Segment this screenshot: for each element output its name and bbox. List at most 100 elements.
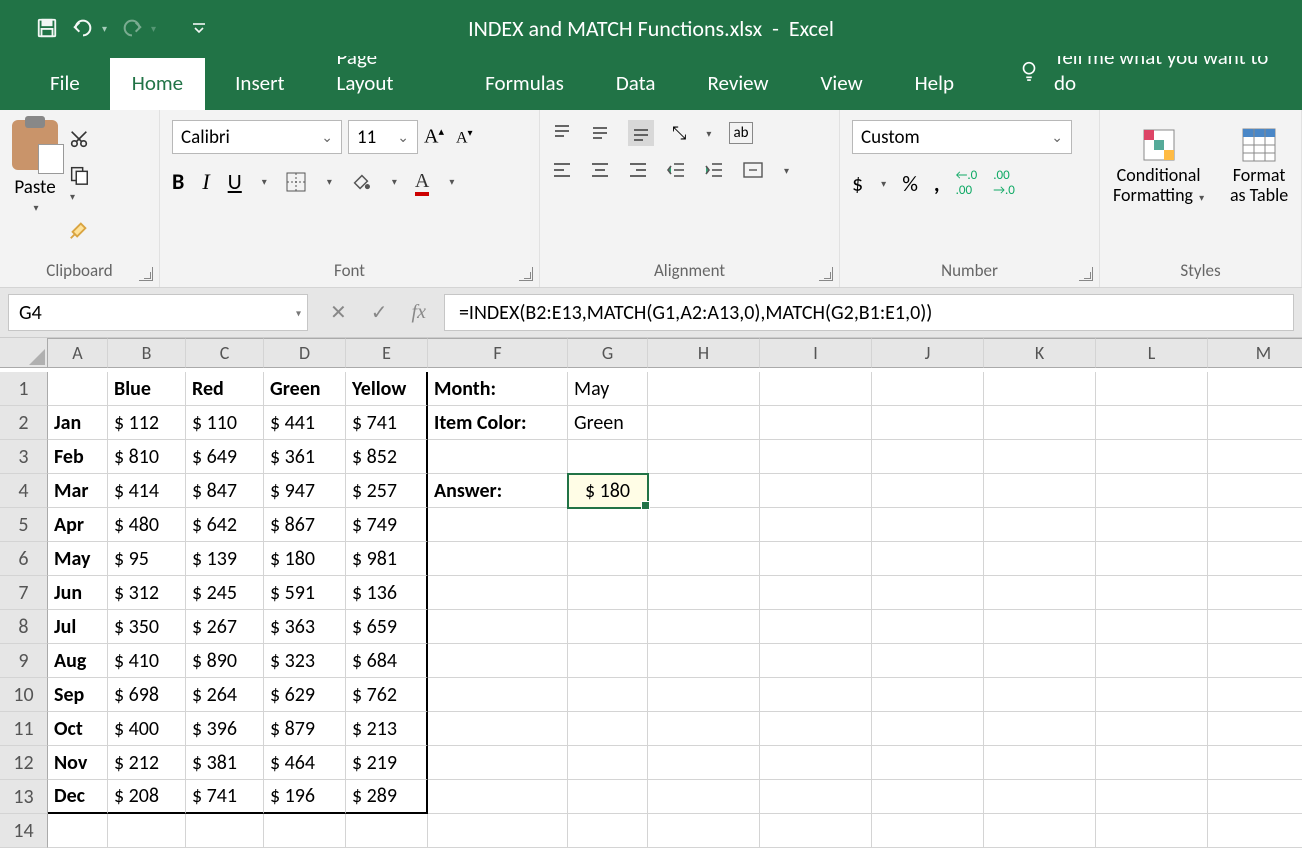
conditional-formatting-button[interactable]: Conditional Formatting ▾ (1112, 126, 1205, 206)
cell[interactable]: $ 196 (264, 780, 346, 814)
cell[interactable]: $ 741 (186, 780, 264, 814)
merge-center-icon[interactable] (742, 160, 764, 180)
cell[interactable] (428, 814, 568, 848)
row-header[interactable]: 7 (0, 576, 48, 610)
cell[interactable]: $ 95 (108, 542, 186, 576)
cell[interactable] (648, 746, 760, 780)
increase-font-icon[interactable]: A▴ (424, 125, 444, 149)
row-header[interactable]: 5 (0, 508, 48, 542)
cell[interactable]: $ 629 (264, 678, 346, 712)
cell[interactable] (984, 508, 1096, 542)
cell[interactable] (1096, 542, 1208, 576)
cell[interactable] (984, 576, 1096, 610)
cell[interactable]: $ 947 (264, 474, 346, 508)
cell[interactable] (428, 508, 568, 542)
copy-icon[interactable]: ▾ (68, 164, 90, 205)
cell[interactable] (568, 678, 648, 712)
chevron-down-icon[interactable]: ▾ (296, 306, 301, 319)
cell[interactable] (648, 372, 760, 406)
fill-color-icon[interactable] (350, 171, 372, 193)
cell[interactable] (984, 474, 1096, 508)
cell[interactable] (568, 712, 648, 746)
cell[interactable] (428, 678, 568, 712)
cell[interactable]: $ 257 (346, 474, 428, 508)
cell[interactable] (872, 508, 984, 542)
chevron-down-icon[interactable]: ▾ (327, 175, 332, 188)
row-header[interactable]: 13 (0, 780, 48, 814)
row-header[interactable]: 6 (0, 542, 48, 576)
cell[interactable]: $ 684 (346, 644, 428, 678)
column-header[interactable]: A (48, 338, 108, 368)
align-top-icon[interactable] (552, 123, 572, 143)
cell[interactable] (428, 644, 568, 678)
cell[interactable]: $ 208 (108, 780, 186, 814)
cell[interactable] (1208, 508, 1302, 542)
chevron-down-icon[interactable]: ▾ (706, 127, 711, 140)
cell[interactable] (108, 814, 186, 848)
column-header[interactable]: E (346, 338, 428, 368)
cell[interactable] (984, 644, 1096, 678)
cell[interactable] (872, 780, 984, 814)
cell[interactable] (568, 440, 648, 474)
cell[interactable] (872, 542, 984, 576)
cell[interactable]: $ 245 (186, 576, 264, 610)
cell[interactable]: $ 879 (264, 712, 346, 746)
cell[interactable] (1096, 440, 1208, 474)
cell[interactable] (1208, 644, 1302, 678)
cell[interactable]: $ 659 (346, 610, 428, 644)
cell[interactable] (760, 678, 872, 712)
cell[interactable] (428, 610, 568, 644)
cell[interactable] (1208, 712, 1302, 746)
chevron-down-icon[interactable]: ▾ (392, 175, 397, 188)
cell[interactable]: $ 890 (186, 644, 264, 678)
column-header[interactable]: D (264, 338, 346, 368)
cell[interactable]: Blue (108, 372, 186, 406)
cell[interactable]: Item Color: (428, 406, 568, 440)
cell[interactable] (760, 406, 872, 440)
cell[interactable] (428, 440, 568, 474)
cell[interactable] (568, 508, 648, 542)
spreadsheet-grid[interactable]: ABCDEFGHIJKLM1BlueRedGreenYellowMonth:Ma… (0, 338, 1302, 848)
cell[interactable] (1096, 508, 1208, 542)
currency-button[interactable]: $ (852, 170, 863, 197)
cell[interactable] (568, 780, 648, 814)
cell[interactable] (872, 746, 984, 780)
cell[interactable] (984, 814, 1096, 848)
chevron-down-icon[interactable]: ▾ (262, 175, 267, 188)
cell[interactable] (1208, 474, 1302, 508)
cell[interactable]: $ 350 (108, 610, 186, 644)
cell[interactable] (1096, 678, 1208, 712)
cell[interactable] (1208, 610, 1302, 644)
select-all-corner[interactable] (0, 338, 48, 368)
cell[interactable] (760, 474, 872, 508)
cell[interactable] (760, 576, 872, 610)
cell[interactable] (648, 508, 760, 542)
cell[interactable] (984, 372, 1096, 406)
cell[interactable]: $ 136 (346, 576, 428, 610)
number-launcher-icon[interactable] (1079, 267, 1093, 281)
tab-insert[interactable]: Insert (213, 58, 306, 110)
cell[interactable]: Dec (48, 780, 108, 814)
cell[interactable]: Green (568, 406, 648, 440)
cell[interactable] (760, 780, 872, 814)
cell[interactable]: $ 264 (186, 678, 264, 712)
italic-button[interactable]: I (202, 169, 209, 195)
row-header[interactable]: 10 (0, 678, 48, 712)
cell[interactable] (568, 542, 648, 576)
cell[interactable]: Red (186, 372, 264, 406)
undo-icon[interactable] (72, 17, 94, 39)
align-bottom-icon[interactable] (628, 120, 654, 146)
cell[interactable]: $ 112 (108, 406, 186, 440)
cell[interactable]: $ 810 (108, 440, 186, 474)
cell[interactable] (428, 576, 568, 610)
cell[interactable]: $ 441 (264, 406, 346, 440)
tab-review[interactable]: Review (685, 58, 790, 110)
cell[interactable] (264, 814, 346, 848)
cell[interactable] (1096, 610, 1208, 644)
cell[interactable] (428, 746, 568, 780)
cell[interactable]: Jun (48, 576, 108, 610)
cell[interactable] (1096, 814, 1208, 848)
cell[interactable]: $ 741 (346, 406, 428, 440)
cell[interactable] (872, 474, 984, 508)
cell[interactable] (872, 712, 984, 746)
